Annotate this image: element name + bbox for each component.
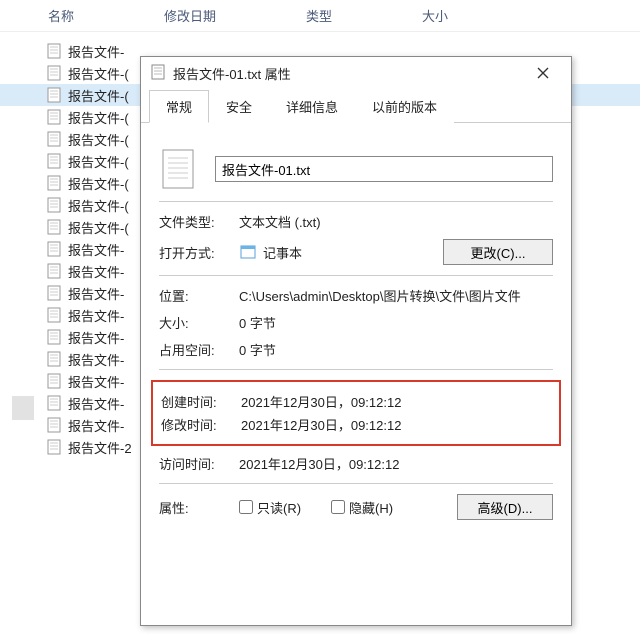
- dialog-title: 报告文件-01.txt 属性: [173, 64, 291, 83]
- text-file-icon: [46, 153, 62, 169]
- document-icon: [151, 64, 165, 83]
- tab-previous[interactable]: 以前的版本: [355, 90, 454, 123]
- text-file-icon: [46, 395, 62, 411]
- text-file-icon: [46, 417, 62, 433]
- close-icon: [537, 67, 549, 79]
- file-name: 报告文件-(: [68, 108, 129, 127]
- text-file-icon: [46, 197, 62, 213]
- value-modified: 2021年12月30日，09:12:12: [241, 415, 551, 434]
- value-openwith: 记事本: [263, 243, 443, 262]
- col-type[interactable]: 类型: [306, 6, 332, 25]
- readonly-input[interactable]: [239, 500, 253, 514]
- text-file-icon: [46, 263, 62, 279]
- selection-indicator: [12, 396, 34, 420]
- file-name: 报告文件-(: [68, 196, 129, 215]
- file-name: 报告文件-(: [68, 174, 129, 193]
- text-file-icon: [46, 439, 62, 455]
- hidden-input[interactable]: [331, 500, 345, 514]
- value-created: 2021年12月30日，09:12:12: [241, 392, 551, 411]
- file-name: 报告文件-: [68, 284, 124, 303]
- file-name: 报告文件-: [68, 372, 124, 391]
- label-modified: 修改时间:: [161, 415, 241, 434]
- file-name: 报告文件-: [68, 262, 124, 281]
- text-file-icon: [46, 43, 62, 59]
- file-name: 报告文件-2: [68, 438, 132, 457]
- tab-general[interactable]: 常规: [149, 90, 209, 123]
- file-name: 报告文件-: [68, 394, 124, 413]
- value-sizeondisk: 0 字节: [239, 340, 553, 359]
- col-name[interactable]: 名称: [48, 6, 74, 25]
- label-created: 创建时间:: [161, 392, 241, 411]
- value-filetype: 文本文档 (.txt): [239, 212, 553, 231]
- text-file-icon: [46, 87, 62, 103]
- tab-security[interactable]: 安全: [209, 90, 269, 123]
- file-large-icon: [159, 147, 197, 191]
- label-sizeondisk: 占用空间:: [159, 340, 239, 359]
- label-location: 位置:: [159, 286, 239, 305]
- notepad-icon: [239, 243, 257, 261]
- close-button[interactable]: [525, 59, 561, 87]
- properties-dialog: 报告文件-01.txt 属性 常规 安全 详细信息 以前的版本 文件类型: 文本…: [140, 56, 572, 626]
- text-file-icon: [46, 109, 62, 125]
- label-attributes: 属性:: [159, 498, 239, 517]
- hidden-label: 隐藏(H): [349, 498, 393, 517]
- file-name: 报告文件-(: [68, 130, 129, 149]
- value-size: 0 字节: [239, 313, 553, 332]
- filename-input[interactable]: [215, 156, 553, 182]
- readonly-checkbox[interactable]: 只读(R): [239, 498, 301, 517]
- file-name: 报告文件-(: [68, 218, 129, 237]
- tab-strip: 常规 安全 详细信息 以前的版本: [141, 89, 571, 123]
- text-file-icon: [46, 307, 62, 323]
- text-file-icon: [46, 131, 62, 147]
- titlebar[interactable]: 报告文件-01.txt 属性: [141, 57, 571, 89]
- label-filetype: 文件类型:: [159, 212, 239, 231]
- file-name: 报告文件-(: [68, 152, 129, 171]
- file-name: 报告文件-(: [68, 86, 129, 105]
- label-accessed: 访问时间:: [159, 454, 239, 473]
- value-accessed: 2021年12月30日，09:12:12: [239, 454, 553, 473]
- text-file-icon: [46, 373, 62, 389]
- hidden-checkbox[interactable]: 隐藏(H): [331, 498, 393, 517]
- tab-details[interactable]: 详细信息: [269, 90, 355, 123]
- text-file-icon: [46, 241, 62, 257]
- file-name: 报告文件-: [68, 416, 124, 435]
- text-file-icon: [46, 329, 62, 345]
- file-name: 报告文件-: [68, 350, 124, 369]
- label-size: 大小:: [159, 313, 239, 332]
- label-openwith: 打开方式:: [159, 243, 239, 262]
- text-file-icon: [46, 65, 62, 81]
- file-name: 报告文件-: [68, 328, 124, 347]
- file-name: 报告文件-: [68, 306, 124, 325]
- text-file-icon: [46, 285, 62, 301]
- change-button[interactable]: 更改(C)...: [443, 239, 553, 265]
- file-list-header: 名称 修改日期 类型 大小: [0, 0, 640, 32]
- file-name: 报告文件-: [68, 42, 124, 61]
- text-file-icon: [46, 175, 62, 191]
- text-file-icon: [46, 219, 62, 235]
- col-modified[interactable]: 修改日期: [164, 6, 216, 25]
- file-name: 报告文件-(: [68, 64, 129, 83]
- file-name: 报告文件-: [68, 240, 124, 259]
- readonly-label: 只读(R): [257, 498, 301, 517]
- highlight-box: 创建时间: 2021年12月30日，09:12:12 修改时间: 2021年12…: [151, 380, 561, 446]
- dialog-content: 文件类型: 文本文档 (.txt) 打开方式: 记事本 更改(C)... 位置:…: [141, 123, 571, 625]
- col-size[interactable]: 大小: [422, 6, 448, 25]
- text-file-icon: [46, 351, 62, 367]
- advanced-button[interactable]: 高级(D)...: [457, 494, 553, 520]
- value-location: C:\Users\admin\Desktop\图片转换\文件\图片文件: [239, 286, 553, 305]
